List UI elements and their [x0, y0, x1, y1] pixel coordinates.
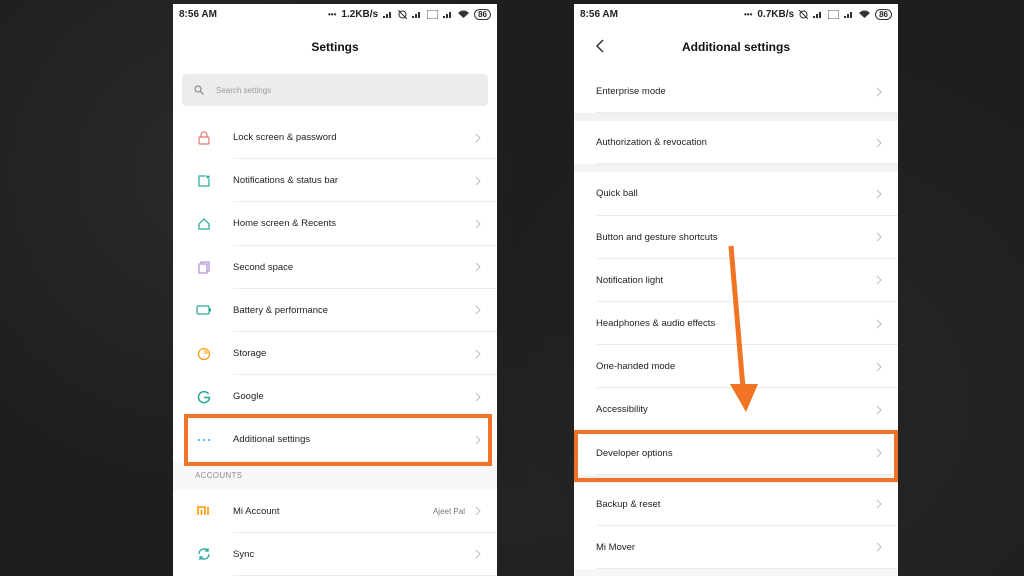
arrow-head: [730, 384, 758, 412]
arrow-shaft: [728, 245, 746, 389]
annotation-arrow: [728, 245, 758, 412]
